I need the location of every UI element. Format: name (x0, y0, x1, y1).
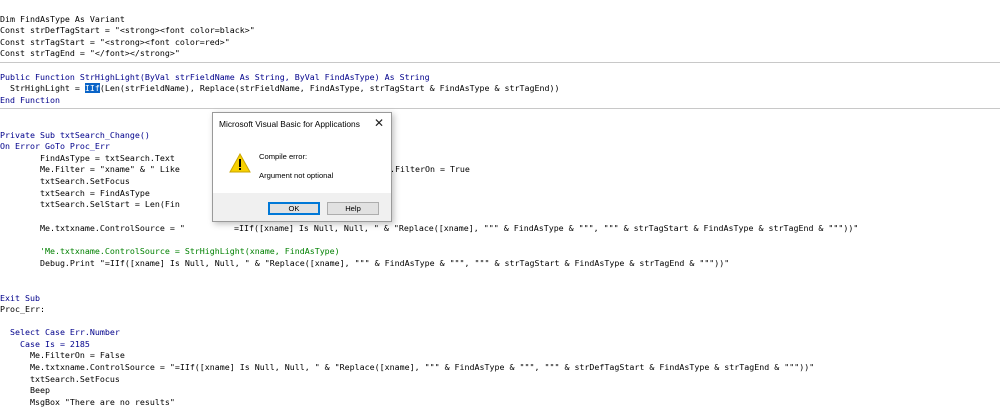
code-line: Me.Filter = "xname" & " Like (0, 164, 180, 174)
code-line-fragment: =IIf([xname] Is Null, Null, " & "Replace… (234, 223, 859, 233)
procedure-separator (0, 108, 1000, 109)
code-line: Exit Sub (0, 293, 40, 303)
code-line: FindAsType = txtSearch.Text (0, 153, 175, 163)
code-line: Me.txtxname.ControlSource = " (0, 223, 185, 233)
code-line: Private Sub txtSearch_Change() (0, 130, 150, 140)
code-line: Const strDefTagStart = "<strong><font co… (0, 25, 255, 35)
error-title: Compile error: (259, 152, 308, 161)
code-text: (Len(strFieldName), Replace(strFieldName… (99, 83, 560, 93)
code-line: Select Case Err.Number (0, 327, 120, 337)
code-line: On Error GoTo Proc_Err (0, 141, 110, 151)
dialog-title: Microsoft Visual Basic for Applications (219, 119, 360, 129)
code-line: txtSearch.SelStart = Len(Fin (0, 199, 180, 209)
code-comment-line: 'Me.txtxname.ControlSource = StrHighLigh… (0, 246, 340, 256)
code-line: Debug.Print "=IIf([xname] Is Null, Null,… (0, 258, 730, 268)
error-message: Argument not optional (259, 171, 334, 180)
code-line: Public Function StrHighLight(ByVal strFi… (0, 72, 430, 82)
code-line: Beep (0, 385, 50, 395)
dialog-footer: OK Help (213, 193, 391, 221)
code-line: End Function (0, 95, 60, 105)
code-text: StrHighLight = (0, 83, 85, 93)
code-line: txtSearch.SetFocus (0, 374, 120, 384)
help-button[interactable]: Help (327, 202, 379, 215)
code-editor[interactable]: Dim FindAsType As Variant Const strDefTa… (0, 0, 1000, 414)
code-line-fragment: .FilterOn = True (390, 164, 470, 174)
procedure-separator (0, 62, 1000, 63)
code-line: txtSearch = FindAsType (0, 188, 150, 198)
compile-error-dialog: Microsoft Visual Basic for Applications … (212, 112, 392, 222)
code-line: MsgBox "There are no results" (0, 397, 175, 407)
close-icon[interactable]: ✕ (371, 115, 387, 131)
code-line: Const strTagEnd = "</font></strong>" (0, 48, 180, 58)
dialog-body: Compile error: Argument not optional (213, 135, 391, 193)
code-line: Dim FindAsType As Variant (0, 14, 125, 24)
code-line: Me.FilterOn = False (0, 350, 125, 360)
code-line: txtSearch.SetFocus (0, 176, 130, 186)
code-line: StrHighLight = IIf(Len(strFieldName), Re… (0, 83, 559, 94)
selected-token: IIf (84, 83, 100, 93)
code-line: Me.txtxname.ControlSource = "=IIf([xname… (0, 362, 815, 372)
ok-button[interactable]: OK (268, 202, 320, 215)
code-line: Proc_Err: (0, 304, 45, 314)
code-line: Case Is = 2185 (0, 339, 90, 349)
warning-icon (229, 153, 251, 173)
code-line: Const strTagStart = "<strong><font color… (0, 37, 230, 47)
